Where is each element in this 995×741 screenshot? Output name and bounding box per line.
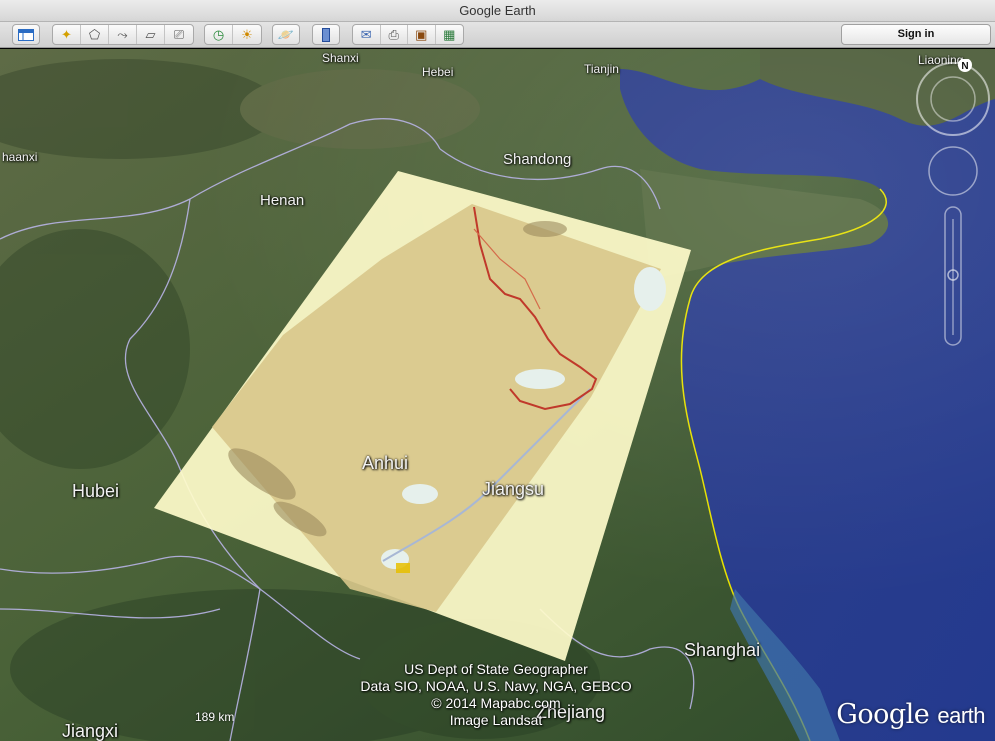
- clock-icon: ◷: [212, 26, 225, 42]
- scale-label: 189 km: [195, 710, 235, 724]
- attribution-line: US Dept of State Geographer: [404, 661, 588, 677]
- record-tour-button[interactable]: ⎚: [165, 25, 193, 44]
- move-joystick[interactable]: [928, 146, 978, 196]
- polygon-icon: ⬠: [88, 26, 101, 42]
- add-path-button[interactable]: ⤳: [109, 25, 137, 44]
- planet-icon: 🪐: [277, 27, 295, 42]
- add-polygon-button[interactable]: ⬠: [81, 25, 109, 44]
- print-icon: ⎙: [388, 26, 399, 42]
- print-button[interactable]: ⎙: [381, 25, 408, 44]
- ruler-button[interactable]: [312, 24, 340, 45]
- share-group: ✉ ⎙ ▣ ▦: [352, 24, 464, 45]
- historical-imagery-button[interactable]: ◷: [205, 25, 233, 44]
- label-tianjin: Tianjin: [584, 62, 619, 76]
- add-image-overlay-button[interactable]: ▱: [137, 25, 165, 44]
- logo-word-google: Google: [836, 699, 930, 730]
- save-image-icon: ▣: [415, 26, 428, 42]
- view-in-maps-button[interactable]: ▦: [436, 25, 463, 44]
- toolbar: ✦ ⬠ ⤳ ▱ ⎚ ◷ ☀ 🪐 ✉ ⎙ ▣ ▦ Sign in: [0, 22, 995, 48]
- overlay-marker: [396, 563, 410, 573]
- compass-north[interactable]: N: [958, 59, 972, 72]
- scale-legend: 189 km: [195, 710, 234, 724]
- attribution-line: Data SIO, NOAA, U.S. Navy, NGA, GEBCO: [360, 678, 632, 694]
- placemark-icon: ✦: [61, 26, 72, 42]
- label-shanxi: Shanxi: [322, 51, 359, 65]
- sidebar-toggle-button[interactable]: [12, 24, 40, 45]
- maps-icon: ▦: [443, 26, 456, 42]
- label-hebei: Hebei: [422, 65, 454, 79]
- look-joystick[interactable]: [916, 62, 990, 136]
- imagery-group: ◷ ☀: [204, 24, 262, 45]
- switch-planet-button[interactable]: 🪐: [272, 24, 300, 45]
- compass-letter: N: [961, 61, 968, 72]
- path-icon: ⤳: [117, 26, 128, 42]
- add-placemark-button[interactable]: ✦: [53, 25, 81, 44]
- sun-icon: ☀: [241, 26, 253, 42]
- sign-in-button[interactable]: Sign in: [841, 24, 991, 45]
- label-shanghai: Shanghai: [684, 640, 761, 660]
- ruler-icon: [322, 27, 330, 42]
- label-henan: Henan: [260, 192, 305, 209]
- image-overlay-icon: ▱: [145, 26, 156, 42]
- add-tools-group: ✦ ⬠ ⤳ ▱ ⎚: [52, 24, 194, 45]
- email-button[interactable]: ✉: [353, 25, 381, 44]
- sidebar-icon: [18, 28, 34, 41]
- globe-view[interactable]: Shanxi Hebei Tianjin Liaoning haanxi Sha…: [0, 49, 995, 741]
- label-anhui: Anhui: [362, 453, 409, 473]
- zoom-slider[interactable]: [944, 206, 962, 346]
- label-jiangsu: Jiangsu: [482, 479, 545, 499]
- logo-word-earth: earth: [937, 703, 985, 728]
- sunlight-button[interactable]: ☀: [233, 25, 261, 44]
- google-earth-logo: Google earth: [836, 699, 985, 730]
- image-overlay[interactable]: [0, 49, 995, 741]
- tour-icon: ⎚: [173, 26, 185, 42]
- navigation-controls: N: [916, 59, 990, 346]
- email-icon: ✉: [360, 26, 372, 42]
- label-shaanxi: haanxi: [2, 150, 38, 164]
- window-title: Google Earth: [0, 0, 995, 22]
- save-image-button[interactable]: ▣: [408, 25, 436, 44]
- label-shandong: Shandong: [503, 151, 572, 168]
- label-hubei: Hubei: [72, 481, 120, 501]
